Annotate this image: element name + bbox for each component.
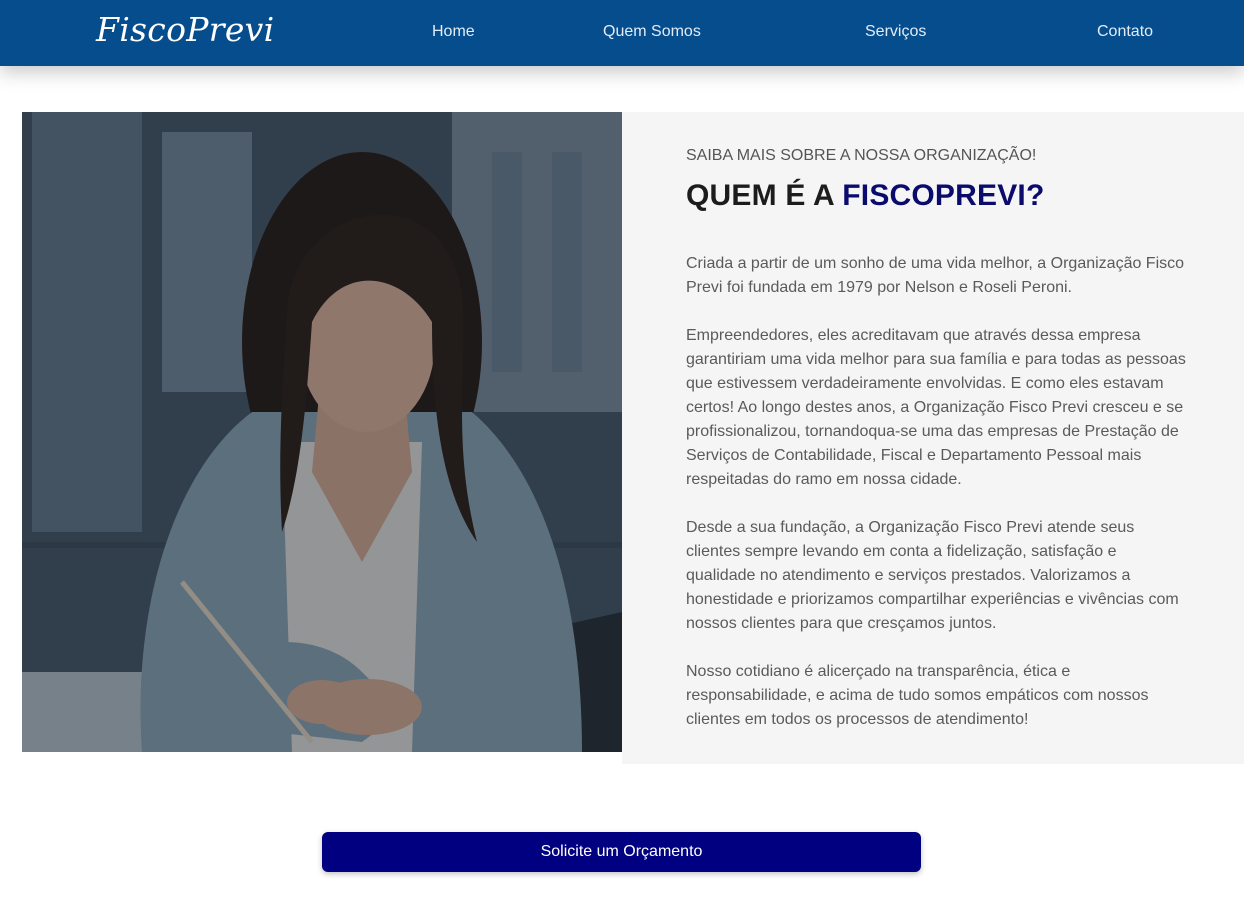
- request-quote-button[interactable]: Solicite um Orçamento: [322, 832, 921, 872]
- section-kicker: SAIBA MAIS SOBRE A NOSSA ORGANIZAÇÃO!: [686, 147, 1037, 164]
- about-photo: [22, 112, 622, 752]
- about-paragraph-3: Desde a sua fundação, a Organização Fisc…: [686, 519, 1179, 632]
- about-text: Criada a partir de um sonho de uma vida …: [686, 252, 1186, 756]
- about-section: SAIBA MAIS SOBRE A NOSSA ORGANIZAÇÃO! QU…: [622, 112, 1244, 764]
- about-paragraph-2: Empreendedores, eles acreditavam que atr…: [686, 327, 1186, 488]
- title-brand: FISCOPREVI?: [842, 179, 1045, 212]
- nav-link-contato[interactable]: Contato: [1097, 23, 1153, 41]
- top-navbar: FiscoPrevi Home Quem Somos Serviços Cont…: [0, 0, 1244, 66]
- about-paragraph-1: Criada a partir de um sonho de uma vida …: [686, 255, 1185, 296]
- nav-link-quem-somos[interactable]: Quem Somos: [603, 23, 701, 41]
- site-logo[interactable]: FiscoPrevi: [96, 10, 274, 49]
- nav-link-home[interactable]: Home: [432, 23, 475, 41]
- section-title: QUEM É A FISCOPREVI?: [686, 179, 1045, 213]
- nav-link-servicos[interactable]: Serviços: [865, 23, 926, 41]
- woman-writing-photo: [22, 112, 622, 752]
- title-prefix: QUEM É A: [686, 179, 843, 212]
- about-paragraph-4: Nosso cotidiano é alicerçado na transpar…: [686, 663, 1149, 728]
